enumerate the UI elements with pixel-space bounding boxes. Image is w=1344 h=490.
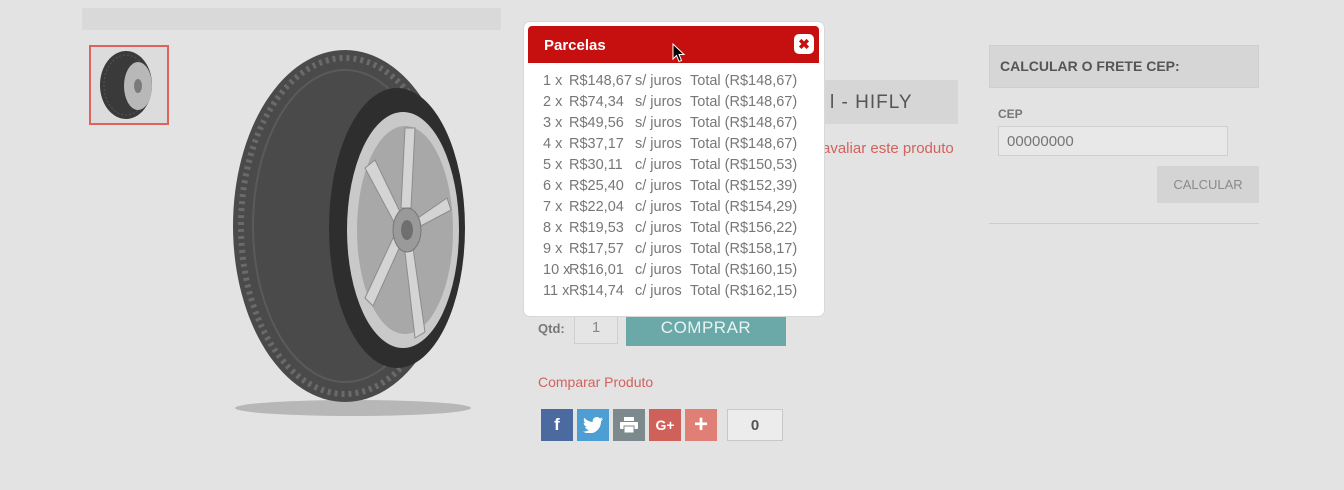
installment-count: 1 x xyxy=(543,73,563,89)
close-icon[interactable]: ✖ xyxy=(794,34,814,54)
installment-count: 5 x xyxy=(543,157,563,173)
freight-divider xyxy=(989,223,1259,224)
installment-interest: c/ juros xyxy=(635,178,682,194)
installment-count: 3 x xyxy=(543,115,563,131)
installment-interest: c/ juros xyxy=(635,283,682,299)
facebook-icon[interactable]: f xyxy=(541,409,573,441)
installment-total: Total (R$152,39) xyxy=(690,178,798,194)
cep-input[interactable] xyxy=(998,126,1228,156)
installment-count: 7 x xyxy=(543,199,563,215)
installments-modal: Parcelas ✖ 1 x R$148,67 s/ juros Total (R$1… xyxy=(524,22,824,316)
installment-value: R$19,53 xyxy=(569,220,624,236)
installment-value: R$25,40 xyxy=(569,178,624,194)
installment-count: 2 x xyxy=(543,94,563,110)
installment-total: Total (R$162,15) xyxy=(690,283,798,299)
installment-total: Total (R$148,67) xyxy=(690,136,798,152)
top-bar xyxy=(82,8,501,30)
tire-thumbnail-image xyxy=(100,51,152,119)
installment-count: 4 x xyxy=(543,136,563,152)
product-thumbnail[interactable] xyxy=(89,45,169,125)
calculate-freight-button[interactable]: CALCULAR xyxy=(1157,166,1259,203)
installment-total: Total (R$154,29) xyxy=(690,199,798,215)
installment-value: R$37,17 xyxy=(569,136,624,152)
installment-total: Total (R$156,22) xyxy=(690,220,798,236)
installment-value: R$49,56 xyxy=(569,115,624,131)
installment-count: 6 x xyxy=(543,178,563,194)
installment-total: Total (R$150,53) xyxy=(690,157,798,173)
installment-value: R$16,01 xyxy=(569,262,624,278)
installment-value: R$148,67 xyxy=(569,73,632,89)
installment-count: 8 x xyxy=(543,220,563,236)
installment-interest: c/ juros xyxy=(635,220,682,236)
quantity-label: Qtd: xyxy=(538,321,565,336)
installment-value: R$17,57 xyxy=(569,241,624,257)
installment-interest: s/ juros xyxy=(635,136,682,152)
installment-interest: c/ juros xyxy=(635,262,682,278)
installment-total: Total (R$148,67) xyxy=(690,115,798,131)
share-bar: f G+ + 0 xyxy=(541,409,783,441)
installment-interest: c/ juros xyxy=(635,241,682,257)
installment-interest: s/ juros xyxy=(635,115,682,131)
add-share-icon[interactable]: + xyxy=(685,409,717,441)
installment-count: 10 x xyxy=(543,262,571,278)
installment-interest: s/ juros xyxy=(635,94,682,110)
installment-interest: c/ juros xyxy=(635,199,682,215)
installment-value: R$22,04 xyxy=(569,199,624,215)
installment-total: Total (R$148,67) xyxy=(690,94,798,110)
installment-value: R$14,74 xyxy=(569,283,624,299)
installment-value: R$74,34 xyxy=(569,94,624,110)
review-link[interactable]: avaliar este produto xyxy=(822,140,954,157)
share-count: 0 xyxy=(727,409,783,441)
compare-product-link[interactable]: Comparar Produto xyxy=(538,374,653,390)
cep-label: CEP xyxy=(998,107,1023,121)
print-icon[interactable] xyxy=(613,409,645,441)
product-title: l - HIFLY xyxy=(830,92,913,113)
installment-total: Total (R$148,67) xyxy=(690,73,798,89)
installment-count: 11 x xyxy=(543,283,570,299)
google-plus-icon[interactable]: G+ xyxy=(649,409,681,441)
installment-total: Total (R$158,17) xyxy=(690,241,798,257)
tire-product-image xyxy=(233,50,471,416)
freight-title: CALCULAR O FRETE CEP: xyxy=(1000,58,1180,74)
installment-interest: s/ juros xyxy=(635,73,682,89)
twitter-icon[interactable] xyxy=(577,409,609,441)
modal-title: Parcelas xyxy=(544,37,606,54)
installment-count: 9 x xyxy=(543,241,563,257)
mouse-cursor-icon xyxy=(672,43,686,63)
installment-value: R$30,11 xyxy=(569,157,623,173)
installment-total: Total (R$160,15) xyxy=(690,262,798,278)
installment-interest: c/ juros xyxy=(635,157,682,173)
